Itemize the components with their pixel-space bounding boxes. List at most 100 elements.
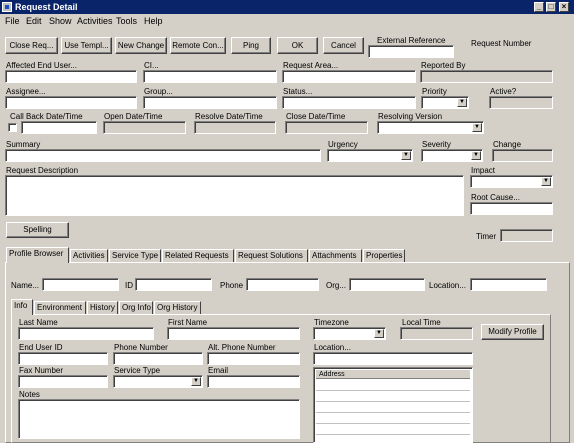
fax-number-input[interactable] [18,375,108,388]
resolve-date-label: Resolve Date/Time [195,112,263,121]
impact-label: Impact [471,166,496,175]
request-area-label[interactable]: Request Area... [283,61,338,70]
call-back-input[interactable] [21,121,97,134]
spelling-button[interactable]: Spelling [6,222,69,238]
severity-select[interactable]: ▼ [421,149,483,162]
summary-label: Summary [6,140,41,149]
call-back-label: Call Back Date/Time [10,112,83,121]
subtab-org-info[interactable]: Org Info [119,301,153,315]
tab-activities[interactable]: Activities [70,249,108,263]
chevron-down-icon[interactable]: ▼ [191,377,201,386]
first-name-input[interactable] [167,327,300,340]
org-label[interactable]: Org... [326,281,346,290]
last-name-input[interactable] [18,327,154,340]
cancel-button[interactable]: Cancel [323,37,364,54]
close-req-button[interactable]: Close Req... [5,37,58,54]
subtab-info[interactable]: Info [11,299,33,315]
chevron-down-icon[interactable]: ▼ [401,151,411,160]
subtab-history[interactable]: History [87,301,118,315]
status-input[interactable] [282,96,416,109]
remote-con-button[interactable]: Remote Con... [170,37,226,54]
urgency-select[interactable]: ▼ [327,149,413,162]
timer-input [500,229,553,242]
menu-help[interactable]: Help [144,16,163,26]
root-cause-input[interactable] [470,202,553,215]
close-date-input [285,121,368,134]
tab-properties[interactable]: Properties [363,249,405,263]
last-name-label: Last Name [19,318,58,327]
affected-end-user-input[interactable] [5,70,137,83]
resolving-version-select[interactable]: ▼ [377,121,484,134]
chevron-down-icon[interactable]: ▼ [541,177,551,186]
menu-bar: File Edit Show Activities Tools Help [0,14,574,28]
email-input[interactable] [207,375,300,388]
subtab-org-history[interactable]: Org History [154,301,201,315]
ok-button[interactable]: OK [277,37,318,54]
phone-label: Phone [220,281,244,290]
summary-input[interactable] [5,149,321,162]
menu-file[interactable]: File [5,16,20,26]
close-date-label: Close Date/Time [286,112,346,121]
request-area-input[interactable] [282,70,416,83]
local-time-input [400,327,473,340]
use-templ-button[interactable]: Use Templ... [61,37,112,54]
location-input[interactable] [313,352,473,365]
tab-profile-browser[interactable]: Profile Browser [6,247,69,263]
notes-textarea[interactable] [18,399,300,439]
chevron-down-icon[interactable]: ▼ [471,151,481,160]
resolving-version-label: Resolving Version [378,112,443,121]
assignee-input[interactable] [5,96,137,109]
tab-request-solutions[interactable]: Request Solutions [235,249,308,263]
ci-input[interactable] [143,70,277,83]
phone-input[interactable] [246,278,319,291]
call-back-checkbox[interactable] [8,123,17,132]
status-label[interactable]: Status... [283,87,312,96]
maximize-button[interactable]: □ [546,2,556,12]
external-reference-input[interactable] [368,45,454,58]
service-type-select[interactable]: ▼ [113,375,203,388]
impact-select[interactable]: ▼ [470,175,553,188]
ci-label[interactable]: CI... [144,61,159,70]
assignee-label[interactable]: Assignee... [6,87,46,96]
menu-edit[interactable]: Edit [26,16,42,26]
org-input[interactable] [349,278,425,291]
affected-end-user-label[interactable]: Affected End User... [6,61,77,70]
window-title: Request Detail [15,2,78,12]
alt-phone-input[interactable] [207,352,300,365]
modify-profile-button[interactable]: Modify Profile [481,324,544,340]
close-window-button[interactable]: × [559,2,569,12]
phone-number-input[interactable] [113,352,203,365]
new-change-button[interactable]: New Change [115,37,167,54]
timezone-label: Timezone [314,318,349,327]
group-label[interactable]: Group... [144,87,173,96]
menu-activities[interactable]: Activities [77,16,113,26]
tab-service-type[interactable]: Service Type [109,249,161,263]
change-input [492,149,553,162]
id-input[interactable] [135,278,212,291]
menu-show[interactable]: Show [49,16,72,26]
subtab-environment[interactable]: Environment [34,301,86,315]
name-input[interactable] [42,278,119,291]
end-user-id-input[interactable] [18,352,108,365]
priority-select[interactable]: ▼ [421,96,469,109]
timezone-select[interactable]: ▼ [313,327,386,340]
name-label[interactable]: Name... [11,281,39,290]
location-search-label[interactable]: Location... [429,281,466,290]
root-cause-label[interactable]: Root Cause... [471,193,520,202]
tab-related-requests[interactable]: Related Requests [162,249,234,263]
address-list[interactable]: Address [313,367,473,443]
chevron-down-icon[interactable]: ▼ [472,123,482,132]
chevron-down-icon[interactable]: ▼ [374,329,384,338]
notes-label: Notes [19,390,40,399]
menu-tools[interactable]: Tools [116,16,137,26]
chevron-down-icon[interactable]: ▼ [457,98,467,107]
minimize-button[interactable]: _ [534,2,544,12]
request-description-textarea[interactable] [5,175,464,216]
location-label[interactable]: Location... [314,343,351,352]
priority-label: Priority [422,87,447,96]
timer-label: Timer [476,232,497,241]
ping-button[interactable]: Ping [231,37,271,54]
location-search-input[interactable] [470,278,547,291]
group-input[interactable] [143,96,277,109]
tab-attachments[interactable]: Attachments [309,249,362,263]
